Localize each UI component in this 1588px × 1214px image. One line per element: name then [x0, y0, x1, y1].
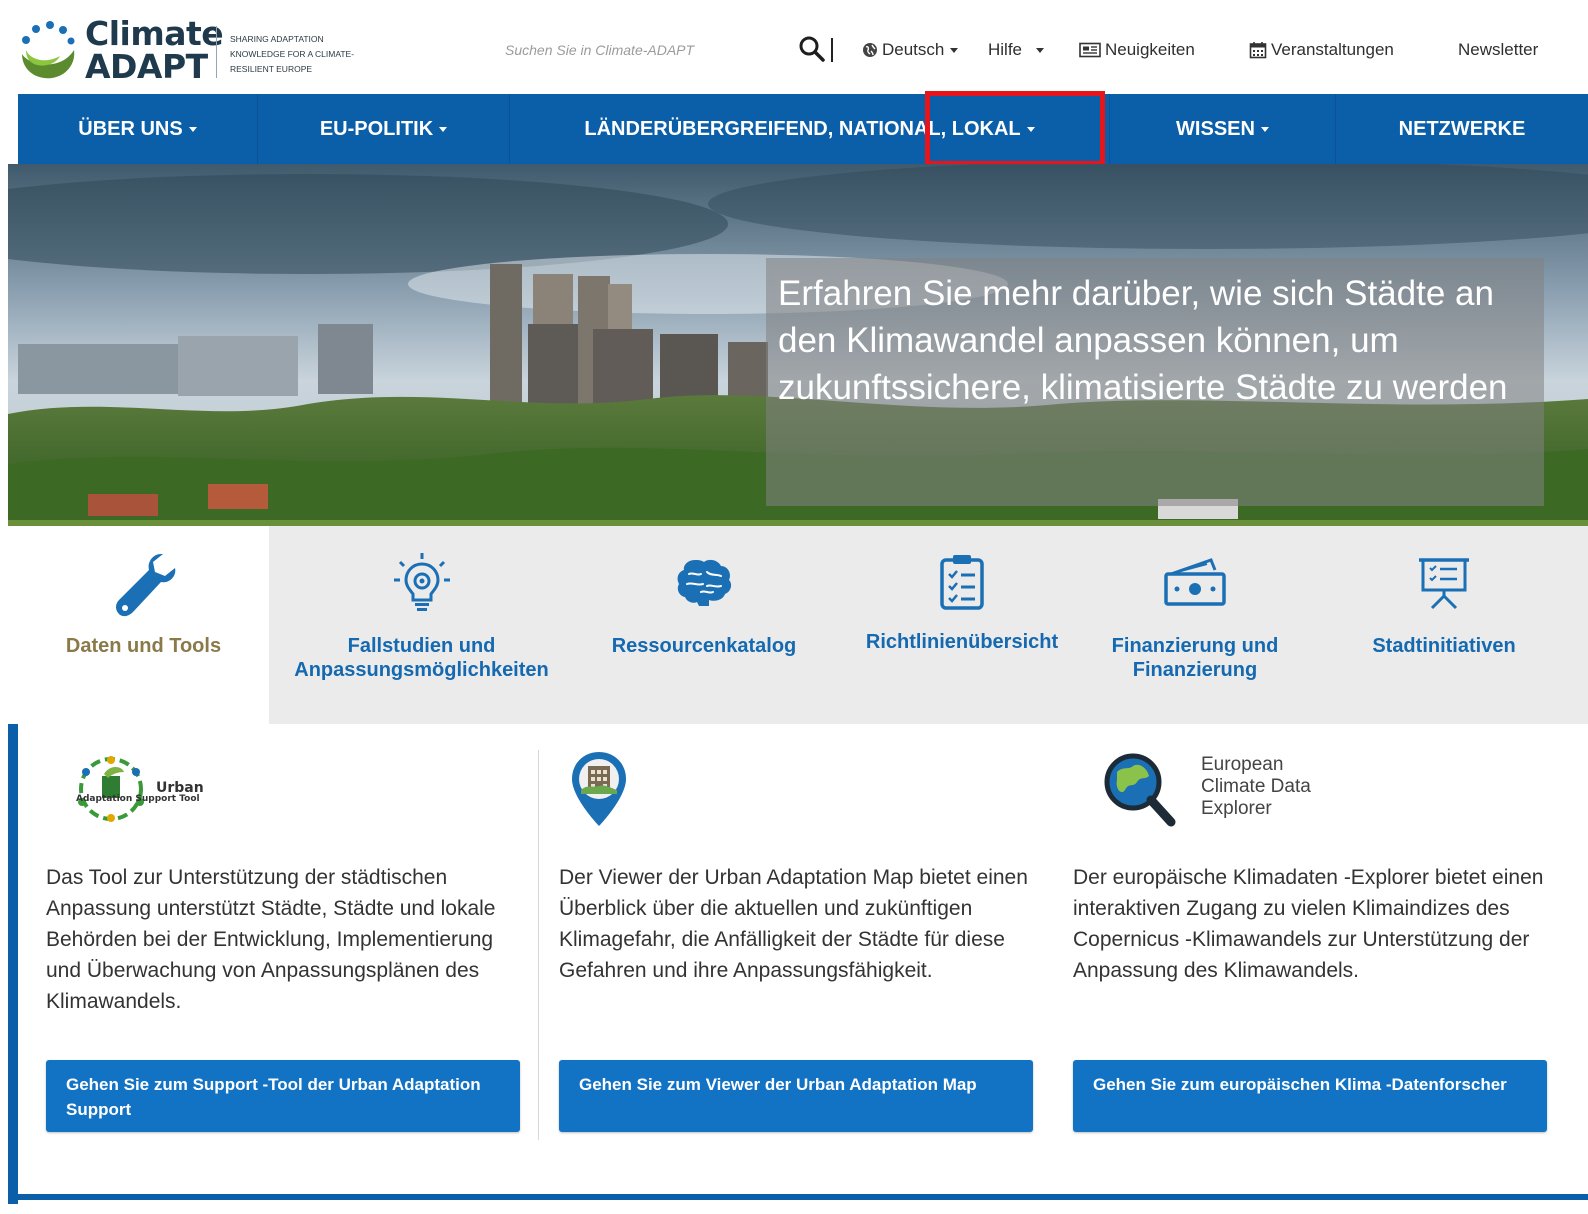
calendar-icon	[1249, 42, 1267, 59]
uast-description: Das Tool zur Unterstützung der städtisch…	[46, 866, 496, 1013]
nav-label: WISSEN	[1176, 117, 1255, 140]
search-divider	[831, 38, 833, 62]
tab-funding[interactable]: Finanzierung und Finanzierung	[1090, 526, 1300, 724]
chevron-down-icon	[1036, 47, 1045, 53]
urban-map-description: Der Viewer der Urban Adaptation Map biet…	[559, 866, 1028, 982]
clipboard-list-icon	[940, 555, 984, 610]
ecde-logo-line: Explorer	[1201, 798, 1272, 819]
page: Climate ADAPT SHARING ADAPTATION KNOWLED…	[0, 0, 1588, 1214]
nav-item-networks[interactable]: NETZWERKE	[1336, 94, 1588, 164]
uast-button[interactable]: Gehen Sie zum Support -Tool der Urban Ad…	[46, 1060, 520, 1132]
nav-label: EU-POLITIK	[319, 117, 434, 140]
language-label: Deutsch	[882, 40, 945, 59]
tool-columns: Urban Adaptation Support Tool Das Tool z…	[8, 724, 1588, 1204]
ecde-description: Der europäische Klimadaten -Explorer bie…	[1073, 866, 1544, 982]
search-icon[interactable]	[798, 34, 826, 64]
chevron-down-icon	[439, 126, 448, 132]
map-pin-building-icon[interactable]	[569, 750, 629, 828]
logo-tagline: SHARING ADAPTATION KNOWLEDGE FOR A CLIMA…	[230, 34, 355, 74]
tab-case-studies[interactable]: Fallstudien und Anpassungsmöglichkeiten	[269, 526, 574, 724]
magnifier-globe-icon[interactable]	[1103, 752, 1177, 828]
lightbulb-gear-icon	[393, 553, 450, 611]
nav-item-countries-regions-cities[interactable]: LÄNDERÜBERGREIFEND, NATIONAL, LOKAL	[510, 94, 1110, 164]
tab-label: Finanzierung und Finanzierung	[1111, 635, 1279, 681]
nav-label: ÜBER UNS	[78, 117, 183, 140]
ecde-logo-text: European Climate Data Explorer	[1201, 754, 1311, 820]
uast-logo-subtitle: Adaptation Support Tool	[76, 794, 200, 804]
ecde-logo-line: European	[1201, 754, 1284, 775]
column-divider	[538, 750, 539, 1140]
tab-label: Stadtinitiativen	[1372, 635, 1516, 657]
urban-map-button[interactable]: Gehen Sie zum Viewer der Urban Adaptatio…	[559, 1060, 1033, 1132]
bottom-border	[8, 1194, 1588, 1200]
tab-label: Daten und Tools	[65, 635, 222, 657]
events-link[interactable]: Veranstaltungen	[1249, 40, 1394, 60]
news-label: Neuigkeiten	[1105, 40, 1195, 59]
help-dropdown[interactable]: Hilfe	[988, 40, 1045, 60]
help-label: Hilfe	[988, 40, 1023, 59]
events-label: Veranstaltungen	[1271, 40, 1394, 59]
globe-icon	[863, 43, 877, 57]
nav-item-eu-policy[interactable]: EU-POLITIK	[258, 94, 510, 164]
nav-item-knowledge[interactable]: WISSEN	[1110, 94, 1336, 164]
nav-label: LÄNDERÜBERGREIFEND, NATIONAL, LOKAL	[584, 117, 1021, 140]
ecde-logo-line: Climate Data	[1201, 776, 1311, 797]
tab-label: Ressourcenkatalog	[611, 635, 797, 657]
search-input[interactable]	[505, 37, 785, 63]
tab-policy-overview[interactable]: Richtlinienübersicht	[834, 526, 1090, 724]
top-bar: Climate ADAPT SHARING ADAPTATION KNOWLED…	[0, 0, 1588, 94]
logo-divider	[216, 26, 217, 78]
language-dropdown[interactable]: Deutsch	[862, 40, 959, 60]
tab-label: Fallstudien und Anpassungsmöglichkeiten	[294, 635, 549, 681]
wrench-icon	[115, 554, 175, 617]
tab-label: Richtlinienübersicht	[865, 631, 1059, 653]
climate-adapt-logo-icon[interactable]	[16, 20, 78, 82]
news-link[interactable]: Neuigkeiten	[1079, 40, 1195, 60]
main-nav: ÜBER UNS EU-POLITIK LÄNDERÜBERGREIFEND, …	[18, 94, 1588, 164]
money-icon	[1164, 558, 1226, 606]
nav-item-about[interactable]: ÜBER UNS	[18, 94, 258, 164]
newsletter-label: Newsletter	[1458, 40, 1539, 59]
chevron-down-icon	[1260, 126, 1269, 132]
newsletter-link[interactable]: Newsletter	[1458, 40, 1538, 60]
nav-label: NETZWERKE	[1398, 117, 1526, 140]
tab-city-initiatives[interactable]: Stadtinitiativen	[1300, 526, 1588, 724]
tab-resource-catalogue[interactable]: Ressourcenkatalog	[574, 526, 834, 724]
chevron-down-icon	[188, 126, 197, 132]
brain-icon	[677, 559, 732, 606]
ecde-button[interactable]: Gehen Sie zum europäischen Klima -Datenf…	[1073, 1060, 1547, 1132]
hero-caption: Erfahren Sie mehr darüber, wie sich Städ…	[778, 274, 1508, 407]
chevron-down-icon	[950, 47, 959, 53]
tab-data-and-tools[interactable]: Daten und Tools	[18, 526, 269, 724]
category-tabs: Daten und Tools Fallstudien und Anpassun…	[18, 526, 1588, 724]
newspaper-icon	[1079, 42, 1101, 58]
logo-title-adapt[interactable]: ADAPT	[85, 47, 208, 86]
chevron-down-icon	[1026, 126, 1035, 132]
presentation-board-icon	[1419, 558, 1469, 610]
